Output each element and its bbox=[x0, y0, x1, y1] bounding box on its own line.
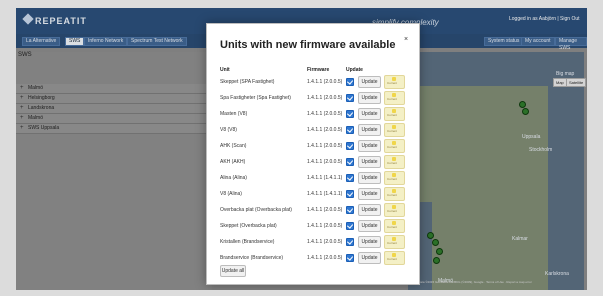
firmware-version: 1.4.1.1 (2.0.0.5) bbox=[307, 239, 343, 245]
firmware-version: 1.4.1.1 (2.0.0.5) bbox=[307, 127, 343, 133]
table-row: V8 (Alina) 1.4.1.1 (1.4.1.1) Update Curr… bbox=[220, 187, 406, 203]
update-button[interactable]: Update bbox=[358, 156, 381, 168]
select-checkbox[interactable] bbox=[346, 174, 354, 182]
close-icon[interactable]: × bbox=[404, 36, 408, 43]
unit-name: Kristallen (Brandservice) bbox=[220, 239, 275, 245]
app-window: REPEATIT simplify complexity Logged in a… bbox=[16, 8, 587, 290]
update-button[interactable]: Update bbox=[358, 124, 381, 136]
update-button[interactable]: Update bbox=[358, 204, 381, 216]
unit-name: AKH (AKH) bbox=[220, 159, 246, 165]
select-checkbox[interactable] bbox=[346, 254, 354, 262]
table-row: Brandservice (Brandservice) 1.4.1.1 (2.0… bbox=[220, 251, 406, 267]
table-row: V8 (V8) 1.4.1.1 (2.0.0.5) Update Current bbox=[220, 123, 406, 139]
update-button[interactable]: Update bbox=[358, 172, 381, 184]
unit-name: Alina (Alina) bbox=[220, 175, 247, 181]
update-button[interactable]: Update bbox=[358, 220, 381, 232]
status-tag: Current bbox=[384, 251, 405, 265]
unit-name: Brandservice (Brandservice) bbox=[220, 255, 284, 261]
unit-name: Spa Fastigheter (Spa Fastighet) bbox=[220, 95, 291, 101]
table-row: Overbacka plat (Overbacka plat) 1.4.1.1 … bbox=[220, 203, 406, 219]
modal-title: Units with new firmware available bbox=[220, 39, 396, 51]
status-tag: Current bbox=[384, 91, 405, 105]
select-checkbox[interactable] bbox=[346, 238, 354, 246]
update-button[interactable]: Update bbox=[358, 76, 381, 88]
select-checkbox[interactable] bbox=[346, 158, 354, 166]
update-all-button[interactable]: Update all bbox=[220, 265, 246, 277]
firmware-version: 1.4.1.1 (2.0.0.5) bbox=[307, 79, 343, 85]
firmware-version: 1.4.1.1 (2.0.0.5) bbox=[307, 95, 343, 101]
select-checkbox[interactable] bbox=[346, 206, 354, 214]
firmware-version: 1.4.1.1 (2.0.0.5) bbox=[307, 159, 343, 165]
unit-name: Skeppet (Overbacka plat) bbox=[220, 223, 277, 229]
firmware-modal: Units with new firmware available × Unit… bbox=[206, 23, 420, 285]
unit-name: V8 (Alina) bbox=[220, 191, 242, 197]
table-row: Skeppet (SPA Fastighet) 1.4.1.1 (2.0.0.5… bbox=[220, 75, 406, 91]
table-row: Spa Fastigheter (Spa Fastighet) 1.4.1.1 … bbox=[220, 91, 406, 107]
status-tag: Current bbox=[384, 219, 405, 233]
col-firmware: Firmware bbox=[307, 67, 330, 73]
firmware-version: 1.4.1.1 (1.4.1.1) bbox=[307, 191, 343, 197]
status-tag: Current bbox=[384, 155, 405, 169]
update-button[interactable]: Update bbox=[358, 252, 381, 264]
table-row: Skeppet (Overbacka plat) 1.4.1.1 (2.0.0.… bbox=[220, 219, 406, 235]
status-tag: Current bbox=[384, 75, 405, 89]
select-checkbox[interactable] bbox=[346, 142, 354, 150]
unit-name: Masten (V8) bbox=[220, 111, 248, 117]
status-tag: Current bbox=[384, 235, 405, 249]
update-button[interactable]: Update bbox=[358, 236, 381, 248]
status-tag: Current bbox=[384, 203, 405, 217]
update-button[interactable]: Update bbox=[358, 188, 381, 200]
select-checkbox[interactable] bbox=[346, 126, 354, 134]
col-unit: Unit bbox=[220, 67, 230, 73]
table-row: AKH (AKH) 1.4.1.1 (2.0.0.5) Update Curre… bbox=[220, 155, 406, 171]
firmware-version: 1.4.1.1 (2.0.0.5) bbox=[307, 111, 343, 117]
table-row: Alina (Alina) 1.4.1.1 (1.4.1.1) Update C… bbox=[220, 171, 406, 187]
unit-name: Skeppet (SPA Fastighet) bbox=[220, 79, 275, 85]
firmware-version: 1.4.1.1 (2.0.0.5) bbox=[307, 255, 343, 261]
table-row: Masten (V8) 1.4.1.1 (2.0.0.5) Update Cur… bbox=[220, 107, 406, 123]
unit-name: Overbacka plat (Overbacka plat) bbox=[220, 207, 292, 213]
table-row: AHK (Scan) 1.4.1.1 (2.0.0.5) Update Curr… bbox=[220, 139, 406, 155]
status-tag: Current bbox=[384, 187, 405, 201]
status-tag: Current bbox=[384, 123, 405, 137]
unit-name: AHK (Scan) bbox=[220, 143, 247, 149]
firmware-version: 1.4.1.1 (2.0.0.5) bbox=[307, 143, 343, 149]
unit-name: V8 (V8) bbox=[220, 127, 237, 133]
select-checkbox[interactable] bbox=[346, 110, 354, 118]
update-button[interactable]: Update bbox=[358, 108, 381, 120]
select-checkbox[interactable] bbox=[346, 94, 354, 102]
update-button[interactable]: Update bbox=[358, 92, 381, 104]
firmware-version: 1.4.1.1 (1.4.1.1) bbox=[307, 175, 343, 181]
status-tag: Current bbox=[384, 107, 405, 121]
status-tag: Current bbox=[384, 139, 405, 153]
col-update: Update bbox=[346, 67, 363, 73]
update-button[interactable]: Update bbox=[358, 140, 381, 152]
status-tag: Current bbox=[384, 171, 405, 185]
select-checkbox[interactable] bbox=[346, 190, 354, 198]
select-checkbox[interactable] bbox=[346, 222, 354, 230]
firmware-version: 1.4.1.1 (2.0.0.5) bbox=[307, 223, 343, 229]
table-row: Kristallen (Brandservice) 1.4.1.1 (2.0.0… bbox=[220, 235, 406, 251]
select-checkbox[interactable] bbox=[346, 78, 354, 86]
firmware-version: 1.4.1.1 (2.0.0.5) bbox=[307, 207, 343, 213]
